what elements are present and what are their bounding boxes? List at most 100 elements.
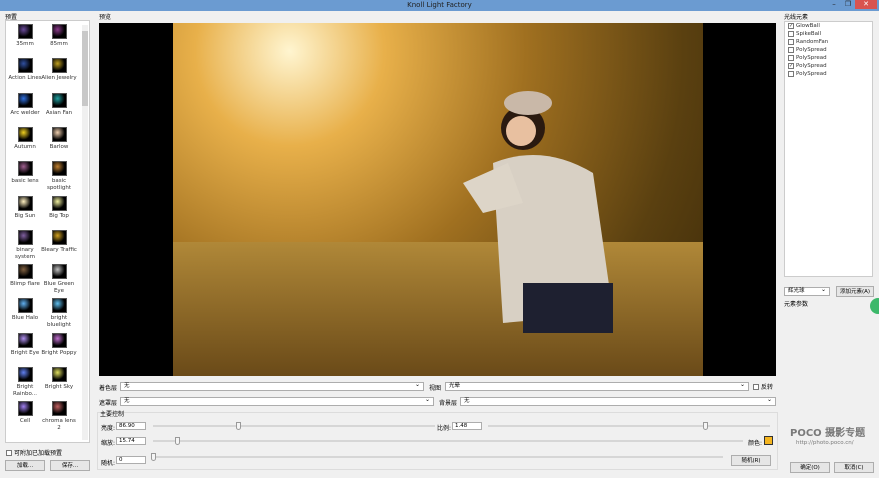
scale-slider[interactable]	[153, 437, 743, 445]
view-select[interactable]: 光晕	[445, 381, 749, 391]
ratio-slider-thumb[interactable]	[703, 422, 709, 430]
preset-item[interactable]: Barlow	[40, 126, 78, 151]
preset-item[interactable]: binary system	[6, 229, 44, 261]
preset-thumbnail-icon	[51, 332, 67, 348]
append-presets-checkbox[interactable]: 可附加已加载预置	[6, 448, 62, 457]
preset-label: Action Lines	[8, 75, 42, 82]
preset-label: Alien Jewelry	[41, 75, 77, 82]
preset-label: Bleary Traffic	[41, 246, 77, 253]
brightness-slider-thumb[interactable]	[235, 422, 241, 430]
preset-item[interactable]: Autumn	[6, 126, 44, 151]
preview-canvas[interactable]	[99, 23, 776, 376]
ok-button[interactable]: 确定(O)	[790, 462, 830, 473]
element-item[interactable]: ✓ GlowBall	[785, 22, 872, 30]
element-item[interactable]: SpikeBall	[785, 30, 872, 38]
element-item[interactable]: PolySpread	[785, 54, 872, 62]
element-item[interactable]: PolySpread	[785, 70, 872, 78]
preset-item[interactable]: Bright Sky	[40, 367, 78, 391]
preset-thumbnail-icon	[17, 161, 33, 177]
preset-item[interactable]: 35mm	[6, 24, 44, 48]
preset-item[interactable]: 85mm	[40, 24, 78, 48]
preset-item[interactable]: Blue Halo	[6, 298, 44, 322]
preset-item[interactable]: Big Sun	[6, 195, 44, 220]
element-name: PolySpread	[796, 55, 827, 61]
element-checkbox[interactable]	[788, 55, 794, 61]
background-layer-select[interactable]: 无	[460, 396, 776, 406]
element-checkbox[interactable]	[788, 31, 794, 37]
element-name: PolySpread	[796, 71, 827, 77]
save-button[interactable]: 保存...	[50, 460, 90, 471]
random-input[interactable]: 0	[116, 456, 146, 464]
elements-list[interactable]: ✓ GlowBall SpikeBall RandomFan PolySpread Pol…	[784, 21, 873, 277]
preset-label: Blue Halo	[11, 315, 39, 322]
preview-photo	[173, 23, 703, 376]
preset-label: Big Sun	[14, 212, 36, 219]
preset-item[interactable]: Action Lines	[6, 58, 44, 82]
cancel-button[interactable]: 取消(C)	[834, 462, 874, 473]
preset-item[interactable]: Big Top	[40, 195, 78, 220]
preset-item[interactable]: Asian Fan	[40, 92, 78, 117]
preset-thumbnail-icon	[51, 126, 67, 142]
brightness-slider[interactable]	[153, 422, 435, 430]
preset-item[interactable]: Blue Green Eye	[40, 264, 78, 295]
preset-item[interactable]: Blimp flare	[6, 264, 44, 288]
preset-item[interactable]: Alien Jewelry	[40, 58, 78, 82]
presets-list[interactable]: 35mm 85mm Action Lines Alien Jewelry Arc wel…	[5, 20, 90, 443]
element-checkbox[interactable]: ✓	[788, 63, 794, 69]
element-checkbox[interactable]	[788, 39, 794, 45]
mask-layer-select[interactable]: 无	[120, 396, 434, 406]
preset-thumbnail-icon	[51, 367, 67, 382]
brightness-input[interactable]: 86.90	[116, 422, 146, 430]
element-checkbox[interactable]	[788, 71, 794, 77]
append-presets-label: 可附加已加载预置	[14, 450, 63, 457]
preset-item[interactable]: basic lens	[6, 161, 44, 185]
minimize-button[interactable]: –	[827, 0, 841, 9]
element-item[interactable]: PolySpread	[785, 46, 872, 54]
element-name: RandomFan	[796, 39, 829, 45]
ratio-input[interactable]: 1.48	[452, 422, 482, 430]
preview-label: 预览	[99, 14, 112, 21]
preset-label: Bright Eye	[10, 349, 40, 356]
ratio-label: 比例:	[437, 425, 452, 432]
preset-label: Bright Poppy	[41, 349, 77, 356]
close-button[interactable]: ✕	[855, 0, 877, 9]
logo-brand: POCO 摄影专题	[790, 428, 866, 439]
maximize-button[interactable]: ❐	[841, 0, 855, 9]
preset-item[interactable]: Bleary Traffic	[40, 229, 78, 254]
preset-thumbnail-icon	[51, 401, 67, 417]
add-element-button[interactable]: 添加元素(A)	[836, 286, 874, 297]
preset-thumbnail-icon	[51, 24, 67, 39]
random-slider-thumb[interactable]	[151, 453, 156, 461]
preset-item[interactable]: chroma lens 2	[40, 401, 78, 432]
preset-item[interactable]: Arc welder	[6, 92, 44, 117]
title-bar: Knoll Light Factory – ❐ ✕	[0, 0, 879, 11]
preset-thumbnail-icon	[17, 298, 33, 314]
ratio-slider[interactable]	[488, 422, 770, 430]
element-checkbox[interactable]	[788, 47, 794, 53]
color-swatch[interactable]	[764, 436, 773, 445]
scale-slider-thumb[interactable]	[174, 437, 180, 445]
element-checkbox[interactable]: ✓	[788, 23, 794, 29]
scale-input[interactable]: 15.74	[116, 437, 146, 445]
window-title: Knoll Light Factory	[407, 1, 472, 9]
invert-checkbox[interactable]: 反转	[753, 382, 773, 391]
element-item[interactable]: RandomFan	[785, 38, 872, 46]
preset-item[interactable]: Bright Poppy	[40, 332, 78, 357]
preset-item[interactable]: bright bluelight	[40, 298, 78, 329]
preset-item[interactable]: basic spotlight	[40, 161, 78, 192]
presets-scrollbar[interactable]	[82, 25, 88, 440]
color-label: 颜色:	[748, 440, 763, 447]
tint-layer-select[interactable]: 无	[120, 381, 424, 391]
preset-item[interactable]: Bright Eye	[6, 332, 44, 357]
preset-thumbnail-icon	[17, 367, 33, 382]
invert-label: 反转	[761, 384, 774, 391]
load-button[interactable]: 加载...	[5, 460, 45, 471]
preset-item[interactable]: Cell	[6, 401, 44, 425]
random-button[interactable]: 随机(R)	[731, 455, 771, 466]
preset-thumbnail-icon	[17, 24, 33, 39]
element-type-select[interactable]: 辉光球	[784, 286, 830, 296]
preset-label: Arc welder	[10, 109, 40, 116]
element-item[interactable]: ✓ PolySpread	[785, 62, 872, 70]
random-slider[interactable]	[151, 453, 723, 461]
preset-item[interactable]: Bright Rainbo...	[6, 367, 44, 398]
